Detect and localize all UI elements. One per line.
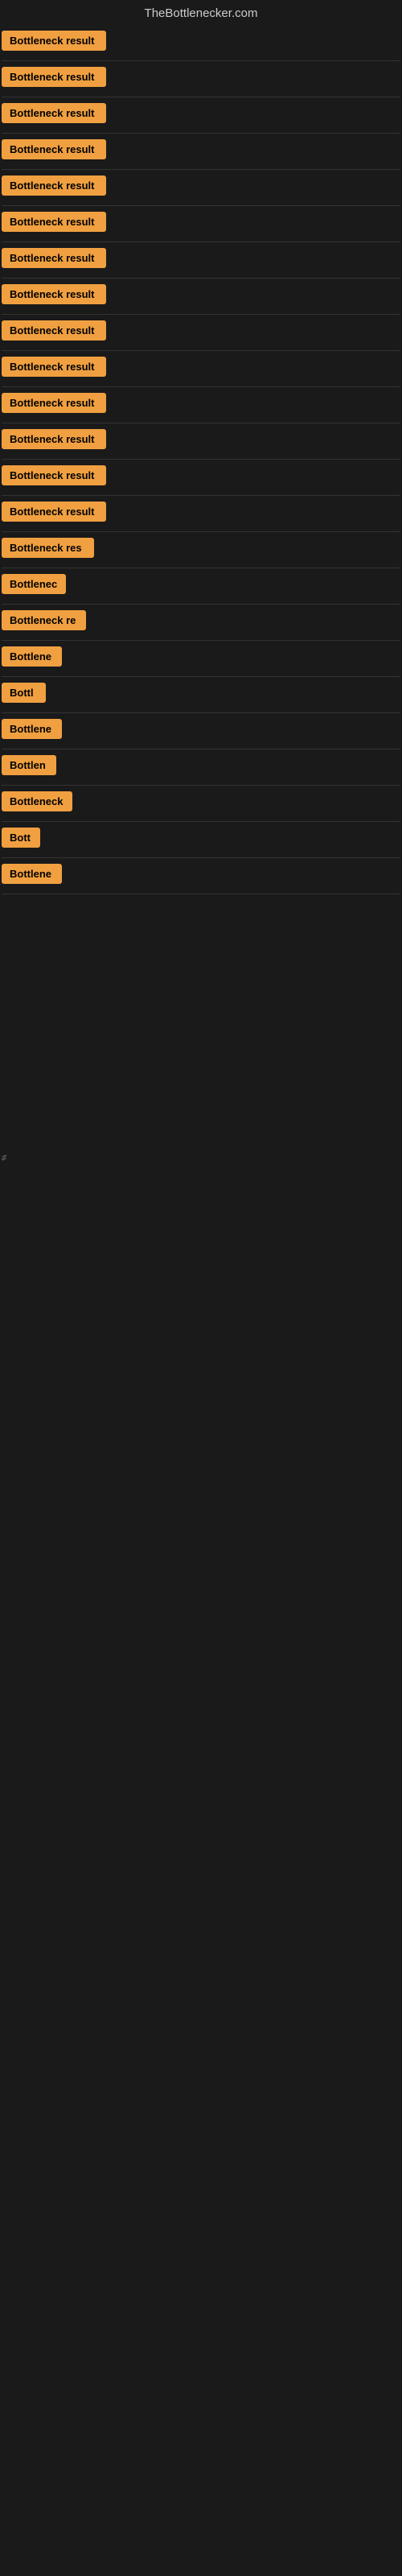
separator bbox=[2, 821, 400, 822]
list-item: Bottlenec bbox=[2, 571, 400, 601]
list-item: Bottleneck bbox=[2, 788, 400, 819]
separator bbox=[2, 531, 400, 532]
bottleneck-badge: Bottleneck result bbox=[2, 357, 106, 377]
bottleneck-badge: Bottlenec bbox=[2, 574, 66, 594]
list-item: Bottleneck result bbox=[2, 353, 400, 384]
list-item: Bottleneck result bbox=[2, 245, 400, 275]
y-axis-label: % bbox=[1, 1154, 8, 1160]
bottleneck-badge: Bottleneck result bbox=[2, 248, 106, 268]
items-container: Bottleneck result Bottleneck result Bottle… bbox=[0, 24, 402, 900]
bottleneck-badge: Bottleneck re bbox=[2, 610, 86, 630]
list-item: Bottleneck result bbox=[2, 281, 400, 312]
separator bbox=[2, 60, 400, 61]
bottleneck-badge: Bottleneck result bbox=[2, 139, 106, 159]
list-item: Bottl bbox=[2, 679, 400, 710]
list-item: Bottleneck result bbox=[2, 390, 400, 420]
bottleneck-badge: Bottleneck result bbox=[2, 502, 106, 522]
separator bbox=[2, 133, 400, 134]
list-item: Bottleneck result bbox=[2, 27, 400, 58]
list-item: Bottleneck res bbox=[2, 535, 400, 565]
bottleneck-badge: Bottleneck result bbox=[2, 175, 106, 196]
bottleneck-badge: Bottleneck result bbox=[2, 393, 106, 413]
bottleneck-badge: Bottlene bbox=[2, 864, 62, 884]
bottleneck-badge: Bott bbox=[2, 828, 40, 848]
list-item: Bottlen bbox=[2, 752, 400, 782]
list-item: Bottleneck result bbox=[2, 100, 400, 130]
separator bbox=[2, 785, 400, 786]
list-item: Bottleneck result bbox=[2, 172, 400, 203]
separator bbox=[2, 386, 400, 387]
separator bbox=[2, 676, 400, 677]
list-item: Bott bbox=[2, 824, 400, 855]
list-item: Bottleneck result bbox=[2, 136, 400, 167]
site-header: TheBottlenecker.com bbox=[0, 0, 402, 24]
separator bbox=[2, 350, 400, 351]
list-item: Bottleneck result bbox=[2, 462, 400, 493]
bottleneck-badge: Bottlene bbox=[2, 646, 62, 667]
bottleneck-badge: Bottleneck result bbox=[2, 429, 106, 449]
list-item: Bottleneck result bbox=[2, 64, 400, 94]
bottleneck-badge: Bottlene bbox=[2, 719, 62, 739]
bottleneck-badge: Bottleneck res bbox=[2, 538, 94, 558]
separator bbox=[2, 314, 400, 315]
list-item: Bottleneck result bbox=[2, 426, 400, 456]
chart-area: % bbox=[0, 916, 402, 1399]
bottleneck-badge: Bottleneck result bbox=[2, 103, 106, 123]
bottleneck-badge: Bottleneck result bbox=[2, 67, 106, 87]
bottleneck-badge: Bottleneck result bbox=[2, 320, 106, 341]
bottleneck-badge: Bottleneck result bbox=[2, 31, 106, 51]
list-item: Bottleneck result bbox=[2, 498, 400, 529]
separator bbox=[2, 712, 400, 713]
page-wrapper: TheBottlenecker.com Bottleneck resultBot… bbox=[0, 0, 402, 1399]
list-item: Bottleneck result bbox=[2, 317, 400, 348]
separator bbox=[2, 169, 400, 170]
separator bbox=[2, 495, 400, 496]
bottleneck-badge: Bottleneck result bbox=[2, 465, 106, 485]
list-item: Bottleneck re bbox=[2, 607, 400, 638]
separator bbox=[2, 205, 400, 206]
separator bbox=[2, 278, 400, 279]
separator bbox=[2, 459, 400, 460]
bottleneck-badge: Bottleneck result bbox=[2, 284, 106, 304]
list-item: Bottleneck result bbox=[2, 208, 400, 239]
list-item: Bottlene bbox=[2, 643, 400, 674]
separator bbox=[2, 640, 400, 641]
separator bbox=[2, 857, 400, 858]
bottleneck-badge: Bottleneck bbox=[2, 791, 72, 811]
separator bbox=[2, 604, 400, 605]
list-item: Bottlene bbox=[2, 861, 400, 891]
bottleneck-badge: Bottleneck result bbox=[2, 212, 106, 232]
bottleneck-badge: Bottl bbox=[2, 683, 46, 703]
list-item: Bottlene bbox=[2, 716, 400, 746]
bottleneck-badge: Bottlen bbox=[2, 755, 56, 775]
site-title: TheBottlenecker.com bbox=[145, 6, 258, 20]
